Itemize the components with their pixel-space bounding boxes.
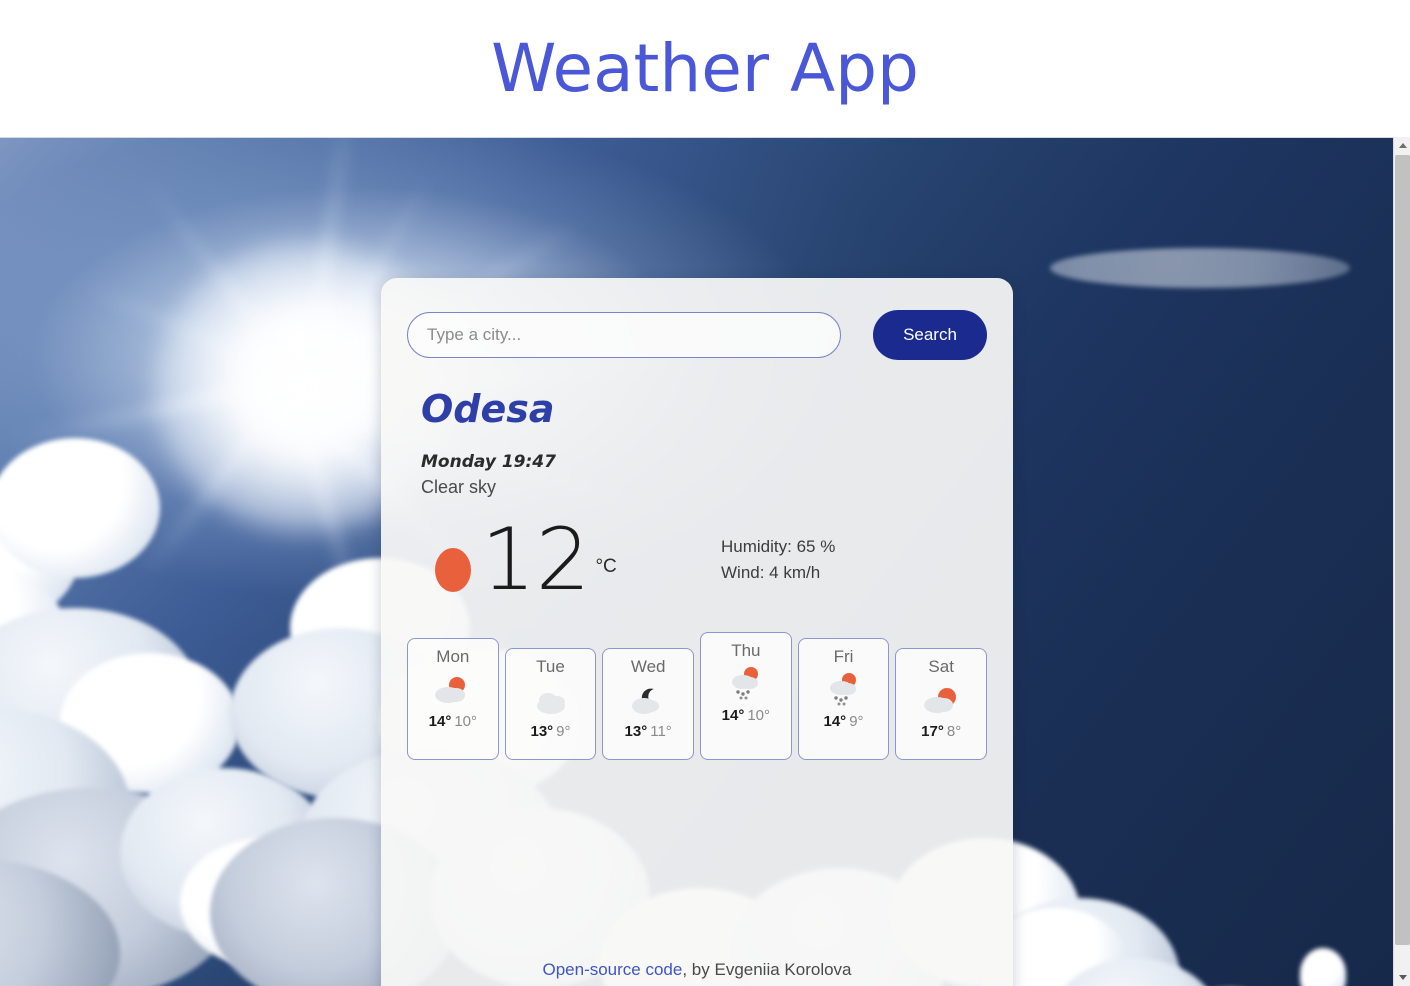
weather-widget-card: Search Odesa Monday 19:47 Clear sky 12 °… [381, 278, 1013, 986]
sun-ray [139, 175, 310, 388]
forecast-day-label: Sat [928, 656, 954, 676]
forecast-day-label: Mon [436, 646, 470, 666]
page-header: Weather App [0, 0, 1410, 137]
search-row: Search [407, 310, 987, 360]
forecast-max: 13° [530, 722, 554, 740]
city-name: Odesa [421, 387, 555, 431]
wind-stat: Wind: 4 km/h [721, 563, 821, 583]
forecast-card[interactable]: Wed 13° 11° [602, 647, 695, 760]
cloud-icon [510, 677, 592, 723]
forecast-min: 11° [650, 722, 672, 740]
current-conditions: 12 °C Humidity: 65 % Wind: 4 km/h [421, 509, 987, 610]
sun-behind-cloud-icon [900, 677, 982, 723]
forecast-card[interactable]: Tue 13° 9° [504, 647, 597, 760]
forecast-min: 9° [556, 722, 571, 740]
forecast-temps: 14° 10° [412, 713, 494, 730]
current-temperature: 12 [481, 509, 591, 610]
sun-behind-cloud-icon [412, 667, 494, 713]
cloud-mass-right [980, 898, 1310, 986]
credit-text: , by Evgeniia Korolova [682, 960, 852, 979]
forecast-card[interactable]: Thu 14° 10° [700, 631, 792, 760]
open-source-link[interactable]: Open-source code [542, 960, 682, 979]
forecast-min: 8° [946, 722, 962, 740]
sun-cloud-rain-icon [705, 661, 787, 707]
search-button[interactable]: Search [873, 310, 987, 360]
scrollbar-thumb[interactable] [1395, 155, 1410, 945]
app-viewport: Search Odesa Monday 19:47 Clear sky 12 °… [0, 137, 1393, 986]
forecast-max: 14° [721, 706, 745, 724]
temperature-unit: °C [595, 555, 617, 577]
forecast-day-label: Wed [630, 656, 666, 676]
forecast-card[interactable]: Fri 14° 9° [797, 637, 890, 760]
weather-app-page: Weather App Type a city... Search Odesa … [0, 0, 1410, 986]
forecast-min: 10° [747, 706, 771, 724]
chevron-up-icon [1398, 143, 1407, 148]
forecast-day-label: Tue [536, 656, 565, 676]
forecast-temps: 13° 9° [510, 723, 592, 740]
forecast-temps: 13° 11° [607, 723, 689, 740]
current-temperature-group: 12 °C [421, 509, 721, 610]
forecast-day-label: Fri [833, 646, 854, 666]
scroll-up-button[interactable] [1394, 137, 1410, 154]
current-datetime: Monday 19:47 [421, 451, 556, 472]
search-input[interactable] [407, 312, 841, 358]
forecast-temps: 14° 9° [803, 713, 885, 730]
forecast-min: 9° [849, 712, 864, 730]
current-description: Clear sky [421, 476, 497, 497]
current-stats: Humidity: 65 % Wind: 4 km/h [721, 534, 835, 587]
sun-cloud-rain-icon [803, 667, 885, 713]
current-meta: Monday 19:47 Clear sky [421, 452, 987, 498]
scroll-down-button[interactable] [1394, 969, 1410, 986]
chevron-down-icon [1398, 975, 1407, 980]
forecast-temps: 14° 10° [705, 707, 787, 724]
forecast-max: 13° [624, 722, 648, 740]
forecast-card[interactable]: Mon 14° 10° [407, 637, 499, 760]
forecast-temps: 17° 8° [900, 723, 982, 740]
forecast-day-label: Thu [731, 640, 761, 660]
forecast-min: 10° [454, 712, 478, 730]
forecast-card[interactable]: Sat 17° 8° [895, 647, 988, 760]
forecast-max: 14° [823, 712, 847, 730]
cloud-puff-small [1300, 948, 1360, 986]
card-footer: Open-source code, by Evgeniia Korolova [381, 960, 1013, 980]
page-title: Weather App [491, 29, 919, 107]
forecast-row: Mon 14° 10° Tue 13° 9° Wed 13° 11° Thu 1… [407, 631, 988, 760]
cloud-streak-right [1050, 228, 1380, 318]
humidity-stat: Humidity: 65 % [721, 536, 836, 556]
moon-behind-cloud-icon [607, 677, 689, 723]
forecast-max: 17° [921, 722, 944, 740]
sun-icon [435, 547, 471, 592]
vertical-scrollbar[interactable] [1393, 137, 1410, 986]
forecast-max: 14° [428, 712, 452, 730]
